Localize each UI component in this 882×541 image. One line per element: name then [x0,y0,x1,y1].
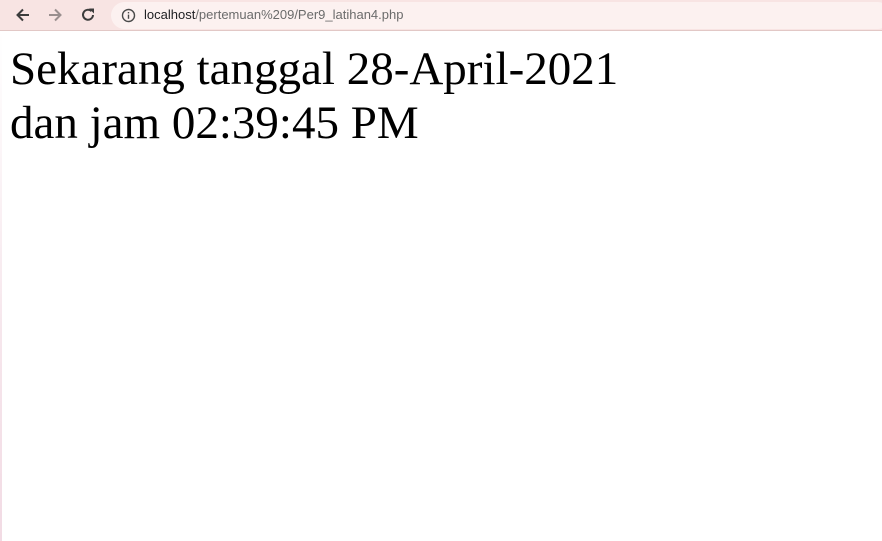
date-line: Sekarang tanggal 28-April-2021 [10,43,619,95]
window-edge [0,31,2,541]
back-button[interactable] [10,3,36,27]
info-circle-icon[interactable] [121,8,136,23]
browser-toolbar: localhost/pertemuan%209/Per9_latihan4.ph… [0,0,882,31]
reload-button[interactable] [75,3,101,27]
page-content: Sekarang tanggal 28-April-2021 dan jam 0… [10,42,618,150]
url-path: /pertemuan%209/Per9_latihan4.php [195,7,404,22]
url-text[interactable]: localhost/pertemuan%209/Per9_latihan4.ph… [144,7,403,22]
address-bar[interactable]: localhost/pertemuan%209/Per9_latihan4.ph… [111,2,882,29]
forward-button[interactable] [42,3,68,27]
time-line: dan jam 02:39:45 PM [10,97,419,149]
url-host: localhost [144,7,196,22]
reload-icon [82,8,94,21]
arrow-left-icon [16,8,29,22]
arrow-right-icon [49,8,62,22]
